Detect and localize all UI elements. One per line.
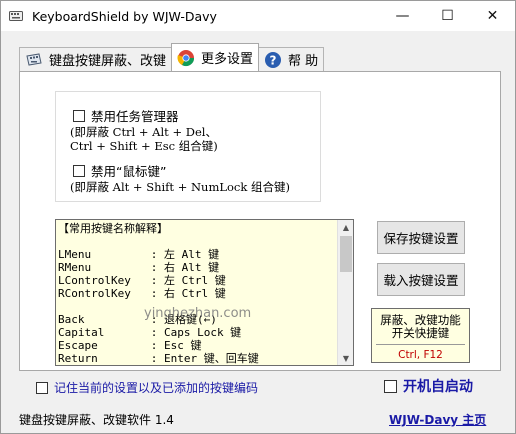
- disable-mouse-keys-option[interactable]: 禁用“鼠标键”: [73, 161, 166, 180]
- autostart-label: 开机自启动: [403, 379, 473, 395]
- window-title: KeyboardShield by WJW-Davy: [32, 8, 217, 24]
- help-icon: ?: [264, 51, 282, 69]
- key-reference-memo[interactable]: 【常用按键名称解释】 LMenu : 左 Alt 键 RMenu : 右 Alt…: [55, 219, 354, 366]
- hotkey-box: 屏蔽、改键功能 开关快捷键 Ctrl, F12: [371, 308, 470, 363]
- memo-scrollbar[interactable]: ▲ ▼: [337, 220, 353, 365]
- scroll-thumb[interactable]: [340, 236, 352, 272]
- key-reference-text: 【常用按键名称解释】 LMenu : 左 Alt 键 RMenu : 右 Alt…: [58, 222, 259, 365]
- close-button[interactable]: ✕: [470, 1, 515, 31]
- main-window: KeyboardShield by WJW-Davy — ☐ ✕ 键盘按键屏蔽、…: [0, 0, 516, 434]
- disable-task-manager-label: 禁用任务管理器: [91, 109, 179, 124]
- watermark: yinghezhan.com: [144, 306, 252, 321]
- tab-label: 键盘按键屏蔽、改键: [49, 54, 167, 69]
- hotkey-divider: [376, 344, 465, 345]
- version-label: 键盘按键屏蔽、改键软件 1.4: [19, 413, 174, 427]
- minimize-button[interactable]: —: [380, 1, 425, 31]
- tab-help[interactable]: ? 帮 助: [258, 47, 325, 71]
- keyboard-app-icon: [8, 8, 24, 24]
- tab-more-settings[interactable]: 更多设置: [171, 43, 260, 71]
- hotkey-title: 屏蔽、改键功能 开关快捷键: [380, 313, 461, 340]
- tab-label: 帮 助: [288, 54, 319, 69]
- autostart-option[interactable]: 开机自启动: [384, 376, 473, 396]
- hotkey-value[interactable]: Ctrl, F12: [372, 349, 469, 361]
- disable-task-manager-option[interactable]: 禁用任务管理器: [73, 106, 179, 125]
- chrome-settings-icon: [177, 49, 195, 67]
- mouse-keys-note: (即屏蔽 Alt + Shift + NumLock 组合键): [70, 180, 290, 194]
- task-manager-note-line2: Ctrl + Shift + Esc 组合键): [70, 139, 218, 153]
- task-manager-note-line1: (即屏蔽 Ctrl + Alt + Del、: [70, 125, 217, 139]
- svg-text:?: ?: [270, 53, 277, 67]
- tab-keyboard-block[interactable]: 键盘按键屏蔽、改键: [19, 47, 173, 71]
- system-options-group: 禁用任务管理器 (即屏蔽 Ctrl + Alt + Del、 Ctrl + Sh…: [55, 91, 321, 202]
- disable-mouse-keys-checkbox[interactable]: [73, 164, 85, 177]
- remember-settings-option[interactable]: 记住当前的设置以及已添加的按键编码: [36, 379, 258, 396]
- save-keys-button[interactable]: 保存按键设置: [377, 221, 465, 254]
- title-bar: KeyboardShield by WJW-Davy — ☐ ✕: [1, 1, 515, 31]
- tab-strip: 键盘按键屏蔽、改键 更多设置 ? 帮 助: [19, 43, 325, 71]
- load-keys-button[interactable]: 载入按键设置: [377, 263, 465, 296]
- scroll-up-arrow-icon[interactable]: ▲: [338, 220, 353, 234]
- remember-settings-checkbox[interactable]: [36, 381, 48, 394]
- disable-mouse-keys-label: 禁用“鼠标键”: [91, 164, 167, 179]
- disable-task-manager-checkbox[interactable]: [73, 109, 85, 122]
- autostart-checkbox[interactable]: [384, 379, 397, 393]
- homepage-link[interactable]: WJW-Davy 主页: [389, 411, 486, 428]
- scroll-down-arrow-icon[interactable]: ▼: [338, 351, 353, 365]
- maximize-button[interactable]: ☐: [425, 1, 470, 31]
- tab-label: 更多设置: [201, 52, 254, 67]
- keyboard-icon: [25, 51, 43, 69]
- remember-settings-label: 记住当前的设置以及已添加的按键编码: [54, 381, 259, 395]
